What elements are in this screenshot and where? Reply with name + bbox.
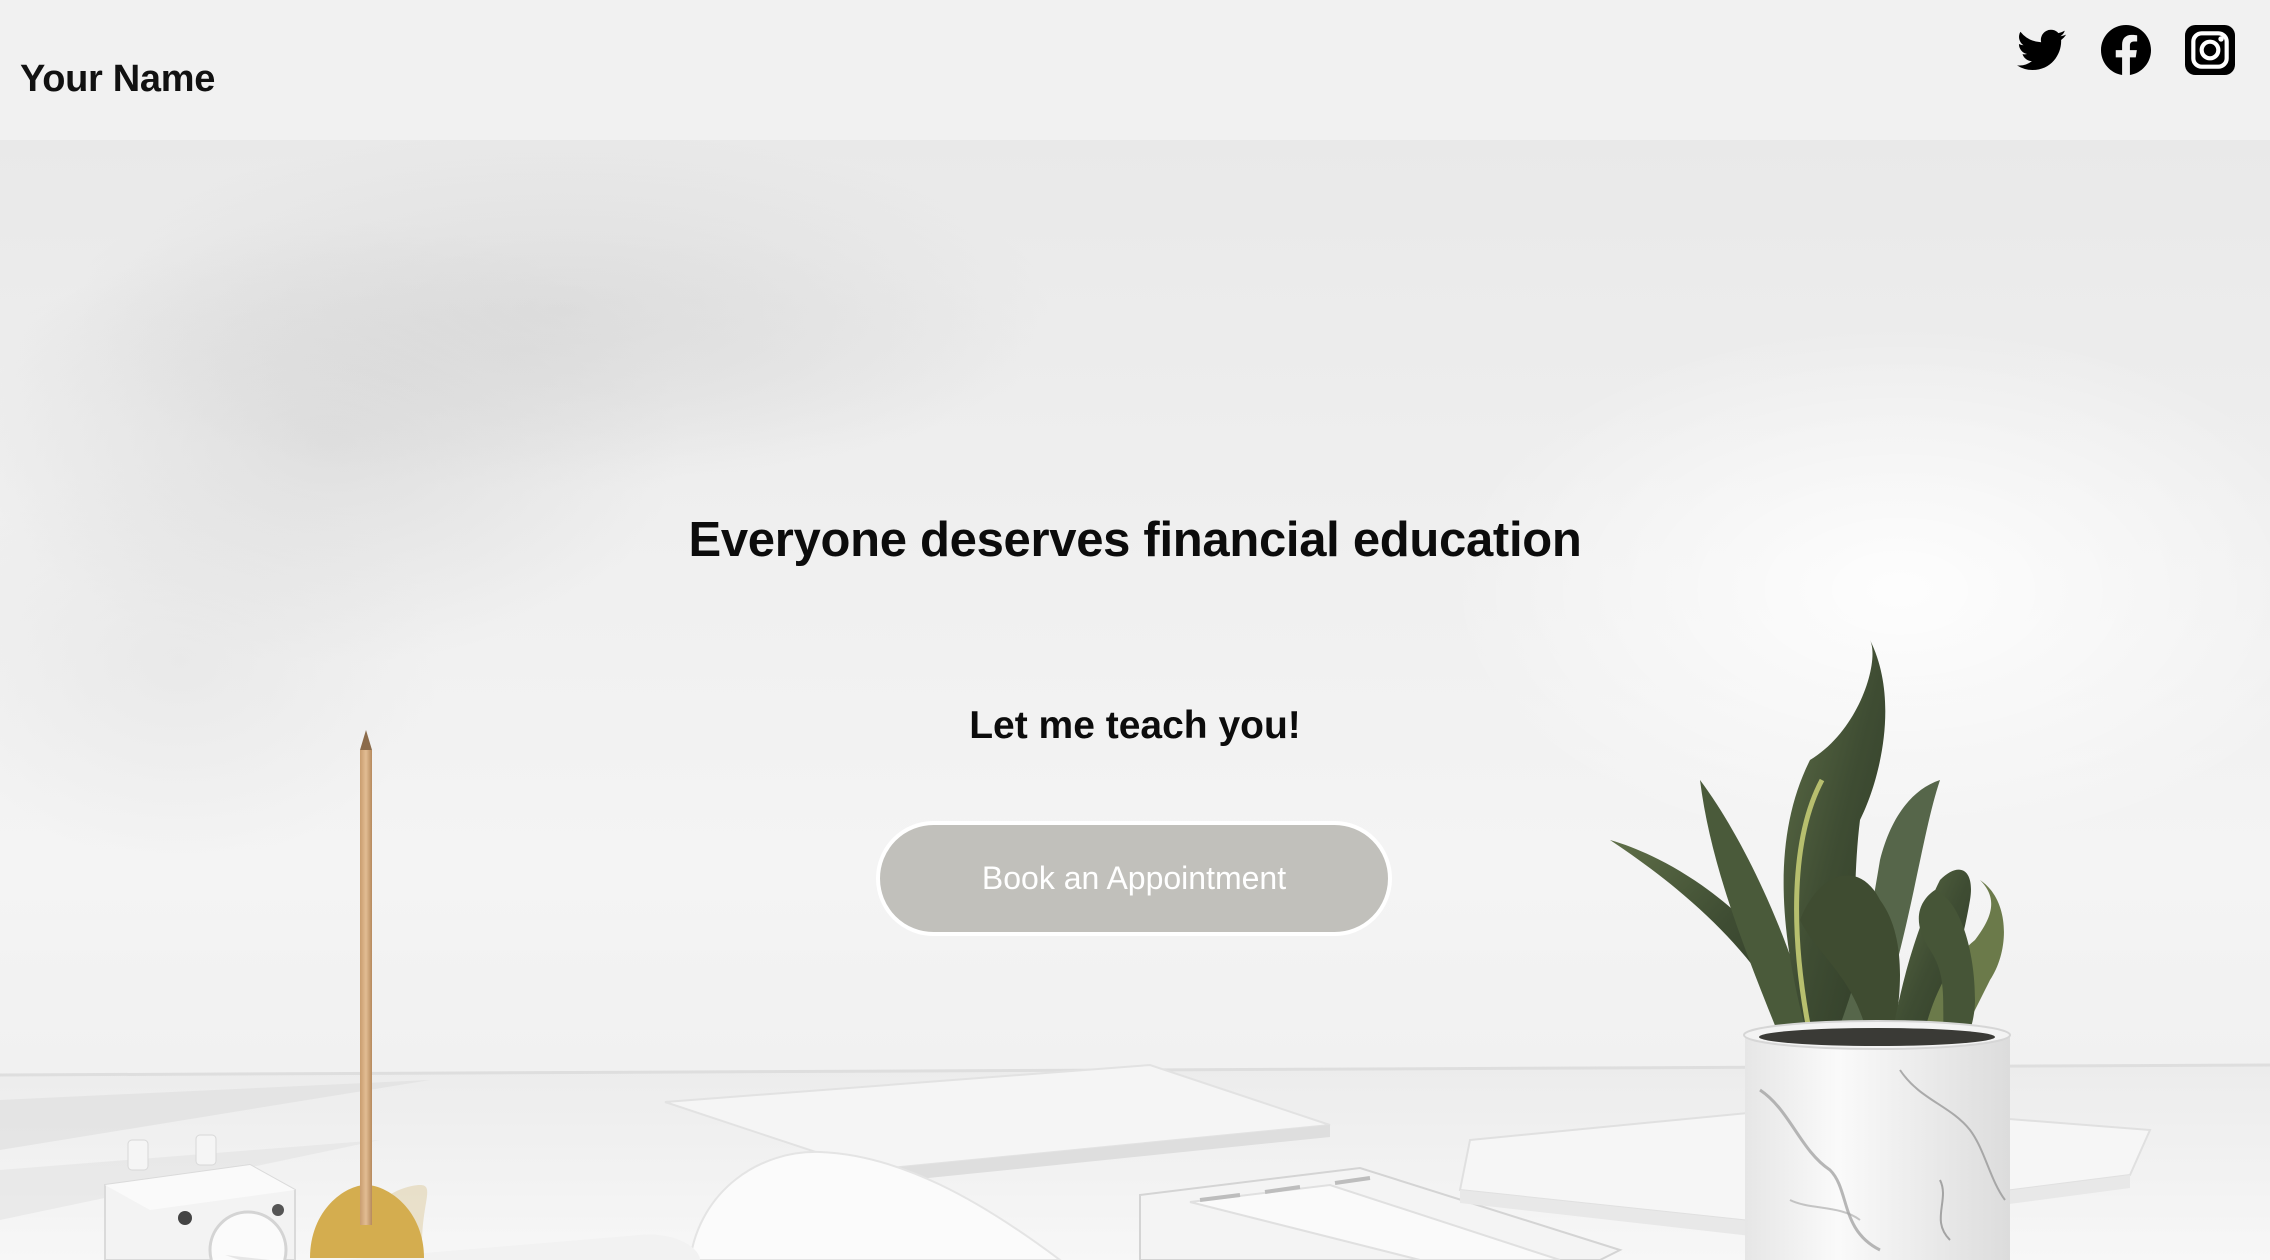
facebook-icon[interactable] xyxy=(2101,25,2151,75)
instagram-icon[interactable] xyxy=(2185,25,2235,75)
hero-section: Everyone deserves financial education Le… xyxy=(0,140,2270,1260)
hero-subtitle: Let me teach you! xyxy=(969,704,1301,747)
page: Your Name Everyone deserves financial ed… xyxy=(0,0,2270,1260)
social-links xyxy=(2017,25,2235,75)
hero-title: Everyone deserves financial education xyxy=(688,513,1582,567)
twitter-icon[interactable] xyxy=(2017,25,2067,75)
hero-background-image xyxy=(0,230,2270,1260)
book-appointment-button[interactable]: Book an Appointment xyxy=(876,821,1392,936)
site-header: Your Name xyxy=(0,0,2270,140)
site-name[interactable]: Your Name xyxy=(20,58,215,101)
